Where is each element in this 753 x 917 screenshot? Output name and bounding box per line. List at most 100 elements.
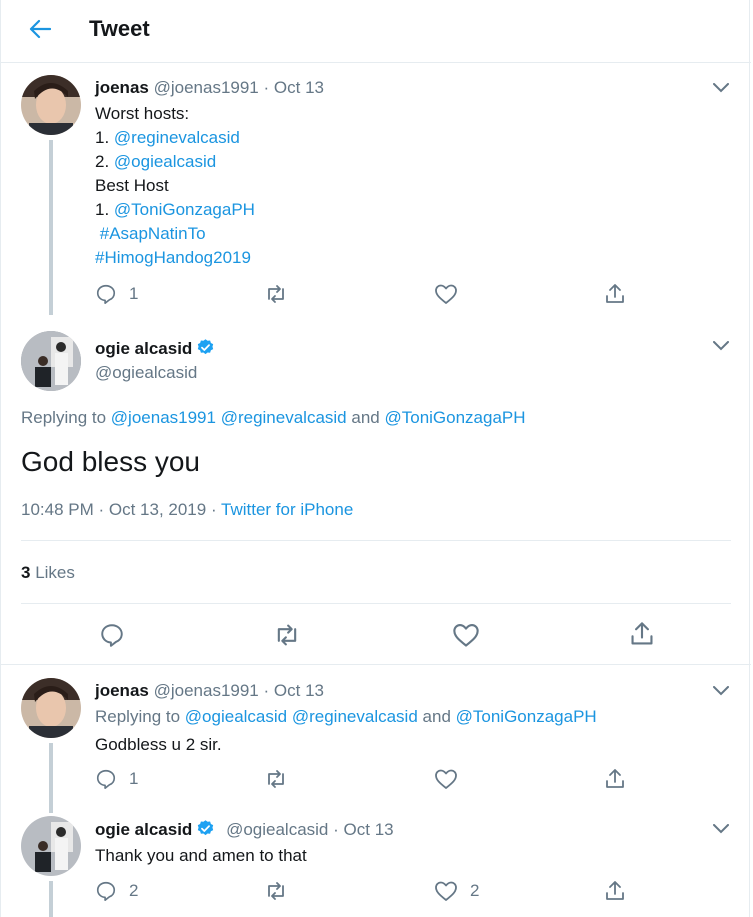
thread-line	[49, 140, 53, 315]
tweet-line: 1. @ToniGonzagaPH	[95, 198, 255, 222]
tweet-line: Best Host	[95, 174, 255, 198]
source-link[interactable]: Twitter for iPhone	[221, 500, 353, 519]
tweet-author: ogie alcasid	[95, 338, 215, 359]
reply-icon	[96, 769, 116, 789]
tweet-date[interactable]: Oct 13	[274, 78, 324, 97]
avatar-ogie[interactable]	[21, 331, 81, 391]
chevron-down-icon	[713, 686, 729, 696]
reply-count: 2	[129, 881, 139, 900]
chevron-down-icon	[713, 824, 729, 834]
share-button[interactable]	[629, 621, 655, 647]
share-button[interactable]	[604, 283, 626, 305]
reply-count: 1	[129, 769, 139, 788]
retweet-button[interactable]	[264, 283, 288, 305]
share-icon	[606, 769, 624, 788]
author-handle[interactable]: @ogiealcasid	[226, 820, 328, 839]
author-handle[interactable]: @joenas1991	[154, 681, 259, 700]
reply-button[interactable]: 2	[95, 880, 138, 902]
like-button[interactable]: 2	[434, 880, 479, 902]
tweet-header: joenas @joenas1991 · Oct 13	[95, 681, 324, 701]
like-count: 2	[470, 881, 480, 900]
author-name[interactable]: joenas	[95, 681, 149, 700]
divider	[1, 664, 751, 665]
tweet-text: Thank you and amen to that	[95, 846, 307, 865]
more-menu-button[interactable]	[710, 77, 732, 99]
likes-stat[interactable]: 3 Likes	[21, 563, 75, 583]
retweet-icon	[268, 770, 284, 788]
tweet-text: God bless you	[21, 446, 200, 477]
tweet-date[interactable]: Oct 13	[344, 820, 394, 839]
replying-to: Replying to @ogiealcasid @reginevalcasid…	[95, 707, 597, 727]
retweet-button[interactable]	[264, 768, 288, 790]
mention-link[interactable]: @reginevalcasid	[292, 707, 418, 726]
tweet-page: Tweet joenas @joenas1991 · Oct 13 Worst …	[0, 0, 751, 917]
replying-to: Replying to @joenas1991 @reginevalcasid …	[21, 408, 526, 428]
separator: ·	[263, 681, 270, 700]
verified-icon	[198, 820, 214, 836]
reply-button[interactable]	[99, 622, 125, 648]
retweet-icon	[277, 624, 297, 646]
retweet-button[interactable]	[273, 622, 301, 648]
author-handle[interactable]: @joenas1991	[154, 78, 259, 97]
divider	[21, 603, 731, 604]
avatar-joenas[interactable]	[21, 75, 81, 135]
page-title: Tweet	[89, 16, 150, 41]
share-icon	[606, 284, 624, 303]
replying-label: Replying to	[21, 408, 107, 427]
avatar-joenas[interactable]	[21, 678, 81, 738]
like-icon	[453, 624, 479, 647]
chevron-down-icon	[713, 83, 729, 93]
tweet-line-text: 1.	[95, 200, 114, 219]
tweet-header: ogie alcasid @ogiealcasid · Oct 13	[95, 819, 394, 840]
retweet-button[interactable]	[264, 880, 288, 902]
reply-icon	[101, 624, 123, 647]
share-button[interactable]	[604, 768, 626, 790]
mention-link[interactable]: @ogiealcasid	[114, 152, 216, 171]
share-button[interactable]	[604, 880, 626, 902]
timestamp[interactable]: 10:48 PM · Oct 13, 2019 ·	[21, 500, 221, 519]
chevron-down-icon	[713, 341, 729, 351]
mention-link[interactable]: @reginevalcasid	[221, 408, 347, 427]
tweet-line-text: 1.	[95, 128, 114, 147]
mention-link[interactable]: @joenas1991	[111, 408, 216, 427]
divider	[21, 540, 731, 541]
tweet-date[interactable]: Oct 13	[274, 681, 324, 700]
author-name[interactable]: joenas	[95, 78, 149, 97]
tweet-line: 1. @reginevalcasid	[95, 126, 255, 150]
retweet-icon	[268, 285, 284, 303]
tweet-line-text: Best Host	[95, 176, 169, 195]
mention-link[interactable]: @ToniGonzagaPH	[456, 707, 597, 726]
mention-link[interactable]: @reginevalcasid	[114, 128, 240, 147]
thread-line	[49, 881, 53, 917]
like-button[interactable]	[434, 283, 458, 305]
mention-link[interactable]: @ogiealcasid	[185, 707, 287, 726]
tweet-line: #HimogHandog2019	[95, 246, 255, 270]
back-button[interactable]	[23, 14, 57, 44]
reply-icon	[96, 881, 116, 901]
like-icon	[435, 769, 457, 789]
more-menu-button[interactable]	[710, 335, 732, 357]
author-name[interactable]: ogie alcasid	[95, 820, 192, 839]
hashtag-link[interactable]: #HimogHandog2019	[95, 248, 251, 267]
author-name[interactable]: ogie alcasid	[95, 339, 192, 358]
like-icon	[435, 284, 457, 304]
separator: ·	[333, 820, 339, 839]
reply-button[interactable]: 1	[95, 768, 138, 790]
more-menu-button[interactable]	[710, 680, 732, 702]
like-button[interactable]	[434, 768, 458, 790]
and-text: and	[351, 408, 380, 427]
separator: ·	[263, 78, 270, 97]
tweet-text: Worst hosts: 1. @reginevalcasid 2. @ogieal…	[95, 102, 255, 270]
mention-link[interactable]: @ToniGonzagaPH	[114, 200, 255, 219]
author-handle[interactable]: @ogiealcasid	[95, 363, 197, 383]
mention-link[interactable]: @ToniGonzagaPH	[384, 408, 525, 427]
avatar-ogie[interactable]	[21, 816, 81, 876]
hashtag-link[interactable]: #AsapNatinTo	[100, 224, 206, 243]
verified-icon	[198, 339, 214, 355]
reply-button[interactable]: 1	[95, 283, 138, 305]
tweet-header: joenas @joenas1991 · Oct 13	[95, 78, 324, 98]
tweet-line: #AsapNatinTo	[95, 222, 255, 246]
like-button[interactable]	[452, 622, 480, 648]
more-menu-button[interactable]	[710, 818, 732, 840]
tweet-meta: 10:48 PM · Oct 13, 2019 · Twitter for iP…	[21, 500, 353, 520]
